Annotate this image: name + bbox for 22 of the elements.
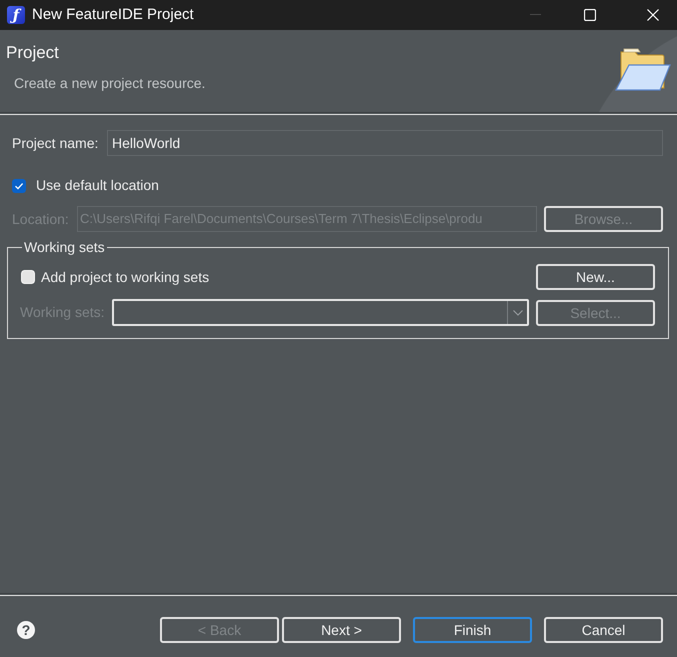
window-title: New FeatureIDE Project [32, 4, 194, 25]
checkbox[interactable] [12, 178, 26, 192]
wizard-button[interactable]: Finish [413, 616, 532, 642]
minimize-icon [530, 14, 540, 16]
wizard-button[interactable]: Cancel [544, 616, 663, 642]
help-button[interactable]: ? [17, 620, 35, 638]
dropdown-field[interactable] [112, 299, 529, 326]
app-logo: ƒ [7, 6, 25, 24]
close-icon [647, 9, 659, 21]
maximize-icon [584, 9, 596, 21]
checkbox[interactable] [21, 270, 35, 284]
wizard-button[interactable]: Next > [282, 616, 401, 642]
group-title: Working sets [23, 239, 106, 255]
new-button[interactable]: New... [536, 264, 655, 290]
checkbox-label: Use default location [36, 176, 159, 195]
field-label: Project name: [12, 134, 100, 153]
chevron-down-icon [512, 310, 522, 316]
page-title: Project [6, 43, 60, 63]
folder-icon [615, 48, 671, 92]
page-description: Create a new project resource. [14, 74, 206, 92]
input-field[interactable]: HelloWorld [107, 130, 663, 156]
checkbox-label: Add project to working sets [41, 268, 210, 287]
